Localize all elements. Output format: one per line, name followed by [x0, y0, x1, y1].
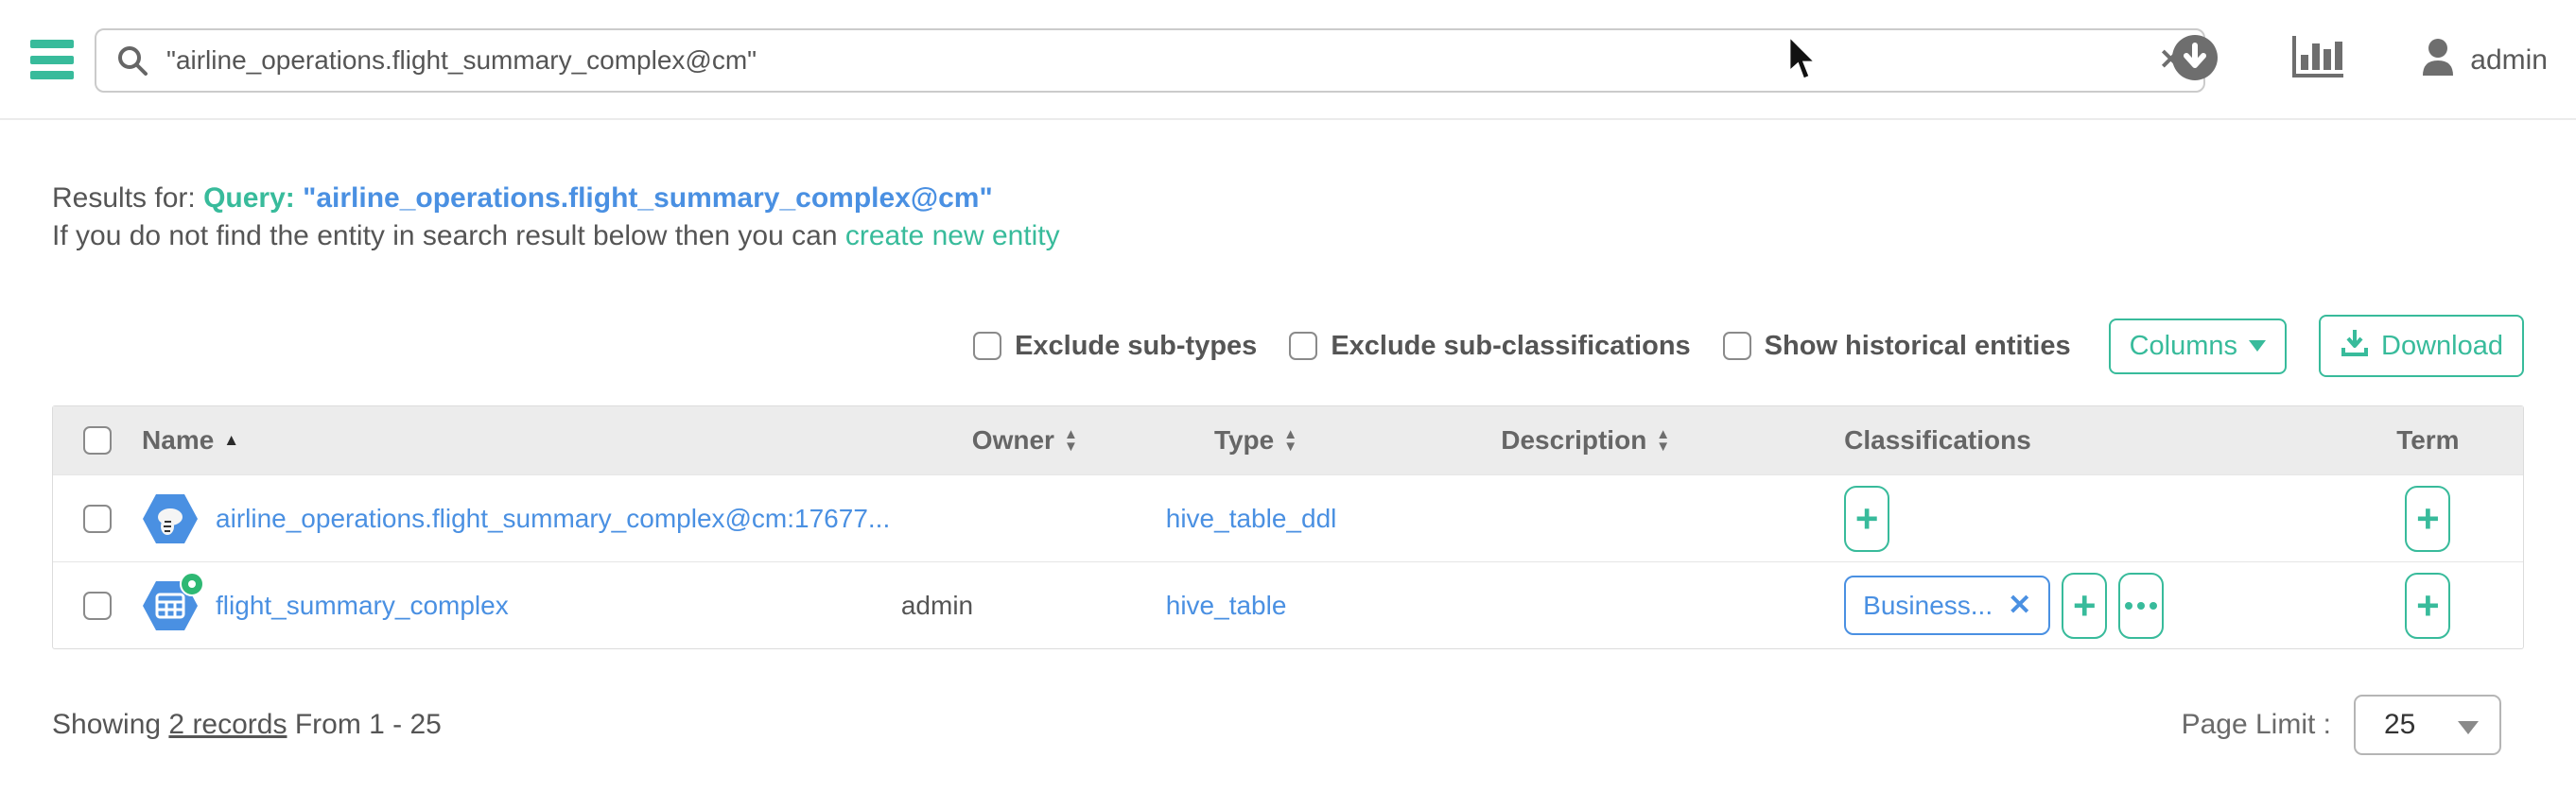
ellipsis-icon	[2125, 602, 2157, 610]
add-classification-button[interactable]: +	[2062, 573, 2107, 639]
checkbox-label: Exclude sub-types	[1015, 331, 1257, 362]
classifications-column-header: Classifications	[1844, 425, 2333, 456]
menu-icon[interactable]	[30, 40, 74, 79]
checkbox-icon[interactable]	[1723, 332, 1751, 360]
user-name-label: admin	[2470, 44, 2548, 77]
hint-text: If you do not find the entity in search …	[52, 220, 838, 251]
row-checkbox[interactable]	[83, 592, 112, 620]
page-limit-value: 25	[2384, 709, 2415, 741]
sort-both-icon: ▲▼	[1283, 428, 1297, 453]
table-header-row: Name ▲ Owner ▲▼ Type ▲▼ Description	[53, 406, 2523, 474]
plus-icon: +	[2073, 586, 2097, 626]
showing-summary: Showing 2 records From 1 - 25	[52, 709, 442, 741]
table-row: airline_operations.flight_summary_comple…	[53, 474, 2523, 561]
topbar-icons: admin	[2171, 0, 2548, 120]
showing-prefix: Showing	[52, 709, 161, 740]
results-prefix: Results for:	[52, 182, 196, 214]
checkbox-icon[interactable]	[973, 332, 1001, 360]
entity-name-link[interactable]: flight_summary_complex	[216, 591, 509, 621]
records-count-link[interactable]: 2 records	[168, 709, 287, 740]
search-input[interactable]	[95, 28, 2205, 93]
table-row: flight_summary_complex admin hive_table …	[53, 561, 2523, 648]
columns-button-label: Columns	[2130, 331, 2237, 362]
header-label: Term	[2396, 425, 2459, 456]
plus-icon: +	[2416, 499, 2440, 539]
person-icon	[2417, 36, 2459, 85]
exclude-subtypes-checkbox[interactable]: Exclude sub-types	[973, 331, 1257, 362]
filter-row: Exclude sub-types Exclude sub-classifica…	[52, 315, 2524, 377]
results-summary: Results for: Query: "airline_operations.…	[52, 177, 2524, 220]
download-icon	[2340, 327, 2370, 365]
results-table: Name ▲ Owner ▲▼ Type ▲▼ Description	[52, 405, 2524, 649]
owner-value: admin	[888, 591, 973, 620]
page-limit-label: Page Limit :	[2182, 709, 2331, 741]
create-new-entity-link[interactable]: create new entity	[845, 220, 1060, 251]
select-all-checkbox[interactable]	[83, 426, 112, 455]
caret-down-icon	[2458, 721, 2479, 734]
plus-icon: +	[1855, 499, 1879, 539]
caret-down-icon	[2249, 340, 2266, 352]
row-checkbox[interactable]	[83, 505, 112, 533]
remove-classification-icon[interactable]: ✕	[2008, 589, 2031, 622]
sort-asc-icon: ▲	[223, 431, 239, 450]
query-value: "airline_operations.flight_summary_compl…	[303, 182, 993, 214]
classification-badge-icon	[180, 572, 204, 596]
range-text: From 1 - 25	[295, 709, 442, 740]
add-term-button[interactable]: +	[2405, 573, 2450, 639]
download-button[interactable]: Download	[2319, 315, 2524, 377]
owner-value	[888, 504, 901, 533]
term-column-header: Term	[2333, 425, 2523, 456]
sort-both-icon: ▲▼	[1656, 428, 1670, 453]
checkbox-icon[interactable]	[1289, 332, 1317, 360]
classification-tag[interactable]: Business... ✕	[1844, 576, 2050, 635]
circle-arrow-down-icon[interactable]	[2171, 34, 2219, 86]
search-icon	[115, 43, 149, 82]
hive-table-hexagon-icon	[142, 579, 199, 632]
header-label: Owner	[972, 425, 1054, 456]
header-label: Type	[1214, 425, 1274, 456]
top-bar: ✕	[0, 0, 2576, 120]
checkbox-label: Exclude sub-classifications	[1331, 331, 1690, 362]
columns-button[interactable]: Columns	[2109, 318, 2287, 374]
more-classifications-button[interactable]	[2118, 573, 2164, 639]
type-link[interactable]: hive_table	[1162, 591, 1287, 620]
search-bar: ✕	[95, 28, 2205, 93]
plus-icon: +	[2416, 586, 2440, 626]
create-entity-hint: If you do not find the entity in search …	[52, 220, 2524, 252]
type-column-header[interactable]: Type ▲▼	[1162, 425, 1350, 456]
sort-both-icon: ▲▼	[1064, 428, 1078, 453]
query-label: Query:	[203, 182, 295, 214]
header-label: Classifications	[1844, 425, 2031, 456]
add-term-button[interactable]: +	[2405, 486, 2450, 552]
page-limit-control: Page Limit : 25	[2182, 695, 2501, 755]
table-footer: Showing 2 records From 1 - 25 Page Limit…	[52, 695, 2524, 755]
show-historical-entities-checkbox[interactable]: Show historical entities	[1723, 331, 2071, 362]
page-limit-select[interactable]: 25	[2354, 695, 2501, 755]
header-label: Description	[1501, 425, 1646, 456]
checkbox-label: Show historical entities	[1765, 331, 2071, 362]
description-column-header[interactable]: Description ▲▼	[1349, 425, 1821, 456]
user-menu[interactable]: admin	[2417, 36, 2548, 85]
add-classification-button[interactable]: +	[1844, 486, 1889, 552]
atlas-search-page: ✕	[0, 0, 2576, 809]
hive-process-hexagon-icon	[142, 492, 199, 545]
main-content: Results for: Query: "airline_operations.…	[0, 177, 2576, 755]
classification-tag-label: Business...	[1863, 591, 1993, 621]
owner-column-header[interactable]: Owner ▲▼	[888, 425, 1162, 456]
name-column-header[interactable]: Name ▲	[142, 425, 888, 456]
entity-name-link[interactable]: airline_operations.flight_summary_comple…	[216, 504, 890, 534]
header-label: Name	[142, 425, 214, 456]
exclude-subclassifications-checkbox[interactable]: Exclude sub-classifications	[1289, 331, 1690, 362]
type-link[interactable]: hive_table_ddl	[1162, 504, 1337, 533]
bar-chart-icon[interactable]	[2292, 34, 2343, 86]
download-button-label: Download	[2381, 331, 2503, 362]
